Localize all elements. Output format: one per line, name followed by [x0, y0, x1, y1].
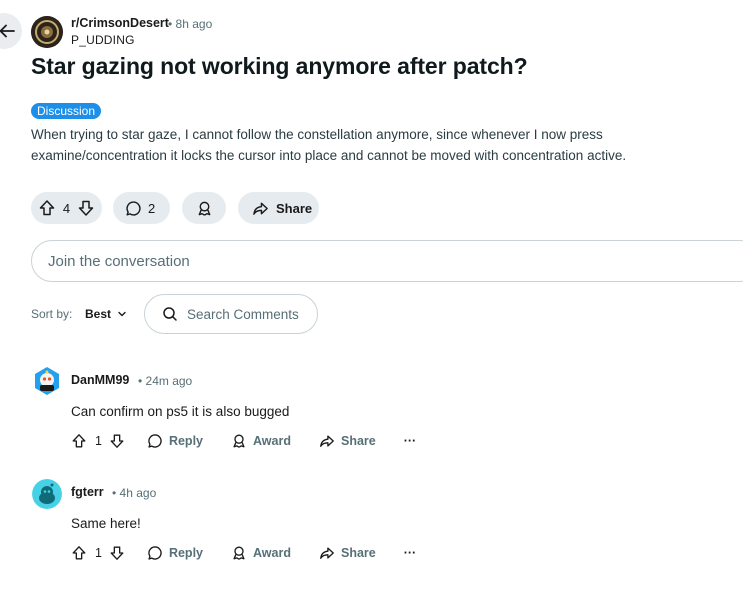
comment-time: • 4h ago: [112, 486, 157, 500]
sort-value: Best: [85, 307, 112, 321]
reply-label: Reply: [168, 546, 203, 560]
comment-text: Can confirm on ps5 it is also bugged: [71, 404, 290, 419]
post-body: When trying to star gaze, I cannot follo…: [31, 127, 627, 163]
sort-dropdown[interactable]: Best: [85, 307, 127, 321]
comment-award-button[interactable]: Award: [231, 545, 291, 561]
comment-upvote-icon[interactable]: [71, 433, 87, 449]
comment-vote-count: 1: [95, 546, 102, 560]
comment-actions: 1 Reply Award Share ···: [71, 433, 416, 449]
award-button[interactable]: [182, 192, 226, 224]
subreddit-name[interactable]: r/CrimsonDesert: [71, 16, 169, 30]
back-button[interactable]: [0, 13, 22, 49]
comment-downvote-icon[interactable]: [109, 433, 125, 449]
more-options-button[interactable]: ···: [404, 546, 417, 560]
award-icon: [231, 433, 247, 449]
share-label: Share: [340, 434, 376, 448]
comment-vote-count: 1: [95, 434, 102, 448]
more-options-button[interactable]: ···: [404, 434, 417, 448]
search-comments-button[interactable]: Search Comments: [144, 294, 318, 334]
search-icon: [162, 306, 178, 322]
vote-count: 4: [62, 200, 71, 216]
comment-downvote-icon[interactable]: [109, 545, 125, 561]
share-label: Share: [276, 200, 313, 216]
award-icon: [196, 200, 213, 217]
award-icon: [231, 545, 247, 561]
share-icon: [319, 433, 335, 449]
comment-author[interactable]: DanMM99: [71, 373, 129, 387]
arrow-left-icon: [0, 22, 16, 40]
award-label: Award: [253, 434, 291, 448]
comment-author[interactable]: fgterr: [71, 485, 104, 499]
comment-avatar[interactable]: [32, 366, 62, 396]
share-icon: [252, 200, 269, 217]
award-label: Award: [253, 546, 291, 560]
vote-control: 4: [31, 192, 102, 224]
sort-label: Sort by:: [31, 307, 73, 321]
search-comments-label: Search Comments: [187, 306, 299, 322]
chevron-down-icon: [117, 309, 127, 319]
reply-button[interactable]: Reply: [147, 433, 203, 449]
comment-share-button[interactable]: Share: [319, 545, 376, 561]
share-label: Share: [340, 546, 376, 560]
reply-icon: [147, 545, 163, 561]
subreddit-avatar[interactable]: [31, 16, 63, 48]
share-icon: [319, 545, 335, 561]
downvote-icon[interactable]: [77, 199, 95, 217]
upvote-icon[interactable]: [38, 199, 56, 217]
comments-button[interactable]: 2: [113, 192, 170, 224]
post-title: Star gazing not working anymore after pa…: [31, 53, 528, 79]
join-placeholder: Join the conversation: [48, 252, 190, 270]
comment-actions: 1 Reply Award Share ···: [71, 545, 416, 561]
comment-share-button[interactable]: Share: [319, 433, 376, 449]
comment-award-button[interactable]: Award: [231, 433, 291, 449]
share-button[interactable]: Share: [238, 192, 319, 224]
comment-upvote-icon[interactable]: [71, 545, 87, 561]
flair-badge[interactable]: Discussion: [31, 103, 102, 119]
post-time: • 8h ago: [168, 17, 213, 31]
join-conversation-input[interactable]: Join the conversation: [31, 240, 743, 282]
reply-icon: [147, 433, 163, 449]
comment-text: Same here!: [71, 516, 141, 531]
comment-count: 2: [148, 200, 156, 216]
comment-avatar[interactable]: [32, 479, 62, 509]
comment-time: • 24m ago: [138, 374, 193, 388]
post-author[interactable]: P_UDDING: [71, 33, 135, 47]
reply-button[interactable]: Reply: [147, 545, 203, 561]
reply-label: Reply: [168, 434, 203, 448]
comment-icon: [125, 200, 142, 217]
